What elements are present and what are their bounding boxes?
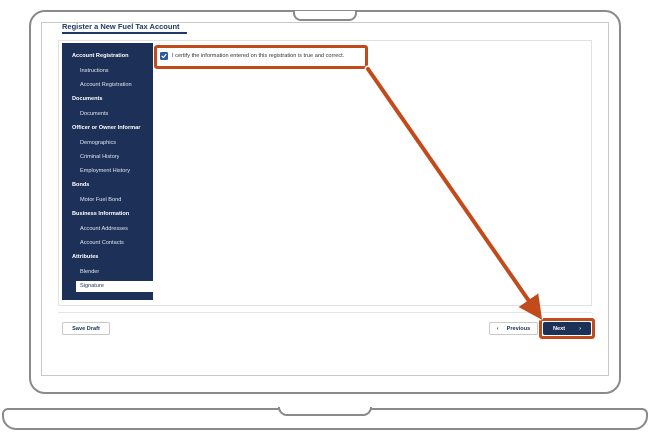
- laptop-base-notch: [278, 407, 372, 416]
- sidebar-item-documents[interactable]: Documents: [80, 111, 108, 117]
- previous-button[interactable]: ‹ Previous: [489, 322, 538, 335]
- laptop-camera-notch: [293, 11, 357, 21]
- sidebar-item-account-registration[interactable]: Account Registration: [80, 82, 132, 88]
- sidebar-nav: Account Registration Instructions Accoun…: [62, 43, 153, 300]
- sidebar-item-motor-fuel-bond[interactable]: Motor Fuel Bond: [80, 197, 121, 203]
- chevron-left-icon: ‹: [496, 325, 499, 332]
- sidebar-item-account-addresses[interactable]: Account Addresses: [80, 226, 128, 232]
- sidebar-item-demographics[interactable]: Demographics: [80, 140, 116, 146]
- footer-divider: [58, 312, 592, 313]
- sidebar-item-signature[interactable]: Signature: [76, 281, 153, 292]
- sidebar-item-instructions[interactable]: Instructions: [80, 68, 109, 74]
- save-draft-button[interactable]: Save Draft: [62, 322, 110, 335]
- highlight-box-certify: [154, 45, 368, 69]
- sidebar-item-blender[interactable]: Blender: [80, 269, 99, 275]
- sidebar-item-signature-label: Signature: [80, 283, 104, 289]
- save-draft-label: Save Draft: [72, 325, 100, 332]
- sidebar-section-business-information[interactable]: Business Information: [72, 211, 152, 217]
- sidebar-section-attributes[interactable]: Attributes: [72, 254, 152, 260]
- title-underline: [62, 32, 187, 34]
- page-title: Register a New Fuel Tax Account: [62, 22, 180, 31]
- sidebar-item-employment-history[interactable]: Employment History: [80, 168, 130, 174]
- sidebar-section-bonds[interactable]: Bonds: [72, 182, 152, 188]
- sidebar-section-officer-owner[interactable]: Officer or Owner Informar: [72, 125, 152, 131]
- sidebar-item-criminal-history[interactable]: Criminal History: [80, 154, 119, 160]
- previous-label: Previous: [506, 325, 531, 332]
- highlight-box-next: [539, 318, 595, 339]
- sidebar-section-documents[interactable]: Documents: [72, 96, 152, 102]
- sidebar-section-account-registration[interactable]: Account Registration: [72, 53, 152, 59]
- sidebar-item-account-contacts[interactable]: Account Contacts: [80, 240, 124, 246]
